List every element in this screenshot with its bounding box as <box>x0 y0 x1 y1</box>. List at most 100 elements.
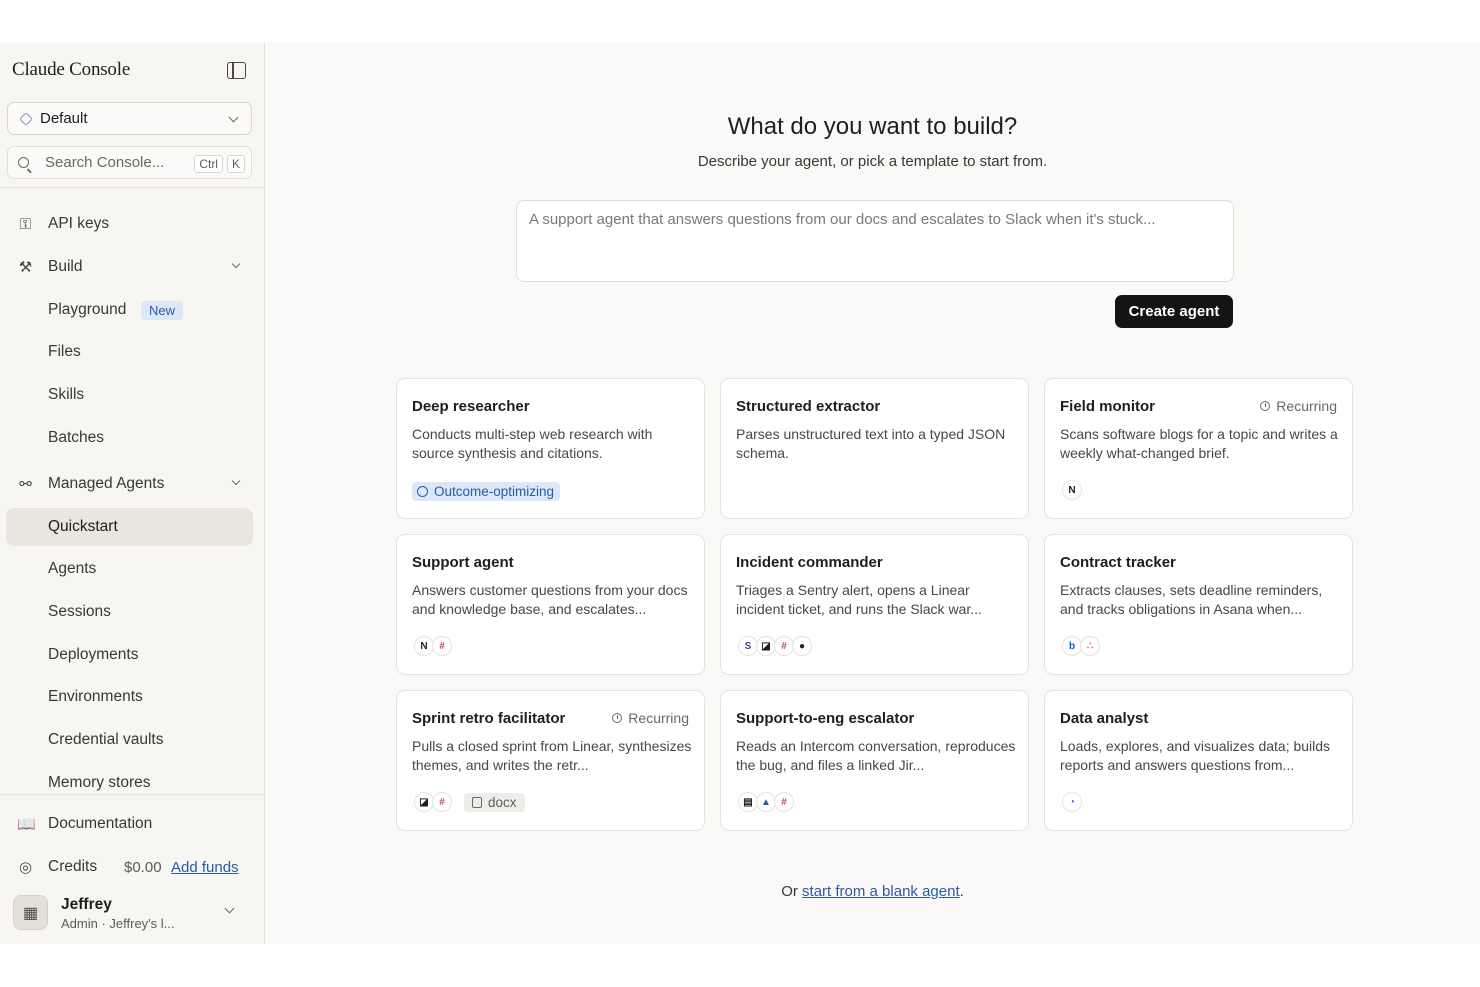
sidebar-item-batches[interactable]: Batches <box>6 419 253 457</box>
linear-icon: ◪ <box>414 792 434 812</box>
workspace-select[interactable]: Default <box>7 102 252 135</box>
template-description: Parses unstructured text into a typed JS… <box>736 426 1006 461</box>
sidebar-item-deployments[interactable]: Deployments <box>6 636 253 674</box>
sidebar-item-label: Managed Agents <box>48 475 165 492</box>
page-title: What do you want to build? <box>727 113 1018 140</box>
sidebar-item-api-keys[interactable]: ⚿ API keys <box>6 205 253 243</box>
divider <box>0 794 265 795</box>
template-description: Scans software blogs for a topic and wri… <box>1060 426 1338 461</box>
tag-text: Outcome-optimizing <box>434 484 555 499</box>
recurring-text: Recurring <box>1276 398 1337 414</box>
template-title: Incident commander <box>736 554 883 571</box>
slack-icon: # <box>432 792 452 812</box>
app-frame: Claude Console Default Ctrl K ⚿ API keys… <box>0 43 1480 944</box>
chevron-down-icon <box>231 259 241 269</box>
template-card[interactable]: Deep researcher Conducts multi-step web r… <box>396 378 705 519</box>
integration-icons: N <box>1062 479 1082 501</box>
building-icon: ▦ <box>13 895 48 930</box>
intercom-icon: ▤ <box>738 792 758 812</box>
sidebar: Claude Console Default Ctrl K ⚿ API keys… <box>0 43 265 944</box>
template-card[interactable]: Field monitor Recurring Scans software blo… <box>1044 378 1353 519</box>
template-title: Structured extractor <box>736 398 881 415</box>
template-description: Triages a Sentry alert, opens a Linear i… <box>736 582 982 617</box>
create-agent-button[interactable]: Create agent <box>1115 295 1233 328</box>
add-funds-link[interactable]: Add funds <box>171 859 239 876</box>
box-icon: b <box>1062 636 1082 656</box>
hammer-icon: ⚒ <box>18 259 33 276</box>
sidebar-item-build[interactable]: ⚒ Build <box>6 248 253 286</box>
slack-icon: # <box>774 636 794 656</box>
notion-icon: N <box>1062 480 1082 500</box>
sidebar-item-playground[interactable]: Playground New <box>6 291 253 329</box>
template-description: Answers customer questions from your doc… <box>412 582 688 617</box>
asana-icon: ∴ <box>1080 636 1100 656</box>
user-menu[interactable]: ▦ Jeffrey Admin · Jeffrey's l... <box>13 895 253 933</box>
sidebar-item-label: Credential vaults <box>48 731 164 748</box>
sidebar-item-environments[interactable]: Environments <box>6 678 253 716</box>
search-input[interactable] <box>45 154 185 171</box>
new-badge: New <box>141 300 184 320</box>
sidebar-item-memory-stores[interactable]: Memory stores <box>6 764 253 802</box>
file-label: docx <box>488 794 517 810</box>
sentry-icon: S <box>738 636 758 656</box>
sidebar-item-managed-agents[interactable]: ⚯ Managed Agents <box>6 465 253 503</box>
sidebar-item-skills[interactable]: Skills <box>6 376 253 414</box>
integration-icons: S ◪ # ● <box>738 635 812 657</box>
template-title: Field monitor <box>1060 398 1155 415</box>
integration-icons: N # <box>414 635 452 657</box>
key-icon: ⚿ <box>19 216 32 233</box>
sidebar-item-credential-vaults[interactable]: Credential vaults <box>6 721 253 759</box>
slack-icon: # <box>774 792 794 812</box>
blank-agent-line: Or start from a blank agent. <box>265 883 1480 900</box>
chevron-down-icon <box>231 476 241 486</box>
jira-icon: ▲ <box>756 792 776 812</box>
clock-icon <box>1260 401 1271 411</box>
sidebar-item-agents[interactable]: Agents <box>6 550 253 588</box>
sidebar-item-label: Quickstart <box>48 518 118 535</box>
workspace-label: Default <box>40 110 88 127</box>
brand-title: Claude Console <box>12 59 131 80</box>
integration-icons: ▤ ▲ # <box>738 791 794 813</box>
template-card[interactable]: Structured extractor Parses unstructured … <box>720 378 1029 519</box>
template-card[interactable]: Data analyst Loads, explores, and visuali… <box>1044 690 1353 831</box>
sidebar-item-files[interactable]: Files <box>6 333 253 371</box>
notion-icon: N <box>414 636 434 656</box>
search-icon <box>18 157 29 168</box>
template-title: Sprint retro facilitator <box>412 710 566 727</box>
page-subtitle: Describe your agent, or pick a template … <box>697 153 1048 170</box>
template-description: Loads, explores, and visualizes data; bu… <box>1060 738 1331 773</box>
template-title: Deep researcher <box>412 398 530 415</box>
sidebar-item-label: Skills <box>48 386 85 403</box>
template-title: Data analyst <box>1060 710 1149 727</box>
search-icon <box>417 486 428 497</box>
agent-description-input[interactable] <box>516 200 1234 282</box>
template-title: Contract tracker <box>1060 554 1176 571</box>
coin-icon: ◎ <box>18 859 33 876</box>
divider <box>0 187 265 188</box>
sidebar-item-label: Sessions <box>48 603 111 620</box>
credits-amount: $0.00 <box>124 858 162 876</box>
sidebar-item-label: Documentation <box>48 815 153 832</box>
template-card[interactable]: Contract tracker Extracts clauses, sets d… <box>1044 534 1353 675</box>
template-card[interactable]: Support agent Answers customer questions … <box>396 534 705 675</box>
sidebar-item-documentation[interactable]: 📖 Documentation <box>6 805 253 843</box>
blank-agent-link[interactable]: start from a blank agent <box>802 883 960 900</box>
template-card[interactable]: Sprint retro facilitator Recurring Pulls a… <box>396 690 705 831</box>
recurring-label: Recurring <box>1260 398 1337 414</box>
slack-icon: # <box>432 636 452 656</box>
sidebar-item-credits: ◎ Credits $0.00 Add funds <box>6 848 253 886</box>
recurring-label: Recurring <box>612 710 689 726</box>
search-shortcut: Ctrl K <box>190 155 245 173</box>
sidebar-item-quickstart[interactable]: Quickstart <box>6 508 253 546</box>
sidebar-item-label: Environments <box>48 688 143 705</box>
template-description: Pulls a closed sprint from Linear, synth… <box>412 738 692 773</box>
integration-icons: b ∴ <box>1062 635 1100 657</box>
chevron-down-icon <box>228 112 239 123</box>
integration-icons: ◪ # docx <box>414 791 525 813</box>
template-card[interactable]: Incident commander Triages a Sentry alert… <box>720 534 1029 675</box>
search-box[interactable]: Ctrl K <box>7 146 252 179</box>
template-description: Reads an Intercom conversation, reproduc… <box>736 738 1016 773</box>
template-card[interactable]: Support-to-eng escalator Reads an Interco… <box>720 690 1029 831</box>
sidebar-toggle-icon[interactable] <box>227 62 246 79</box>
sidebar-item-sessions[interactable]: Sessions <box>6 593 253 631</box>
